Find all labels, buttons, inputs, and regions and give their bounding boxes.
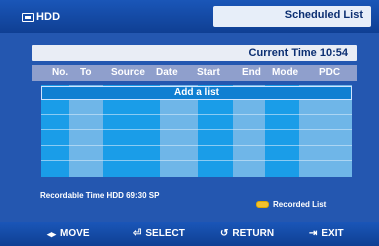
column-header-to: To (80, 67, 92, 78)
title-bar: HDD Scheduled List (0, 0, 379, 33)
column-header-end: End (242, 67, 261, 78)
move-label: MOVE (60, 228, 90, 239)
status-panel: Current Time 10:54 (32, 45, 357, 61)
navigation-bar: ◂▸ MOVE ⏎ SELECT ↺ RETURN ⇥ EXIT (0, 222, 379, 246)
row-divider (41, 114, 352, 115)
add-list-row[interactable]: Add a list (41, 86, 352, 100)
exit-button[interactable]: ⇥ EXIT (309, 228, 344, 239)
column-header-start: Start (197, 67, 220, 78)
add-list-label: Add a list (173, 87, 219, 98)
scheduled-list-screen: HDD Scheduled List Current Time 10:54 No… (0, 0, 379, 246)
column-header-no: No. (52, 67, 69, 78)
column-header-source: Source (111, 67, 145, 78)
column-header-pdc: PDC (319, 67, 341, 78)
exit-icon: ⇥ (309, 227, 318, 239)
select-icon: ⏎ (133, 227, 142, 239)
row-divider (41, 160, 352, 161)
recordable-time: Recordable Time HDD 69:30 SP (40, 191, 160, 200)
yellow-button-icon (256, 201, 269, 208)
page-title: Scheduled List (284, 9, 363, 21)
move-button[interactable]: ◂▸ MOVE (47, 228, 90, 239)
column-header-date: Date (156, 67, 178, 78)
select-button[interactable]: ⏎ SELECT (133, 228, 185, 239)
recorded-list-hint[interactable]: Recorded List (256, 200, 326, 209)
return-label: RETURN (232, 228, 275, 239)
left-right-arrow-icon: ◂▸ (47, 228, 57, 239)
column-header-mode: Mode (272, 67, 299, 78)
return-button[interactable]: ↺ RETURN (220, 228, 274, 239)
row-divider (41, 145, 352, 146)
select-label: SELECT (145, 228, 185, 239)
title-box: Scheduled List (8, 6, 371, 27)
current-time: Current Time 10:54 (248, 47, 348, 59)
table-header: No. To Source Date Start End Mode PDC (32, 65, 357, 81)
recorded-list-label: Recorded List (273, 200, 327, 209)
return-icon: ↺ (220, 227, 229, 239)
row-divider (41, 129, 352, 130)
exit-label: EXIT (321, 228, 344, 239)
